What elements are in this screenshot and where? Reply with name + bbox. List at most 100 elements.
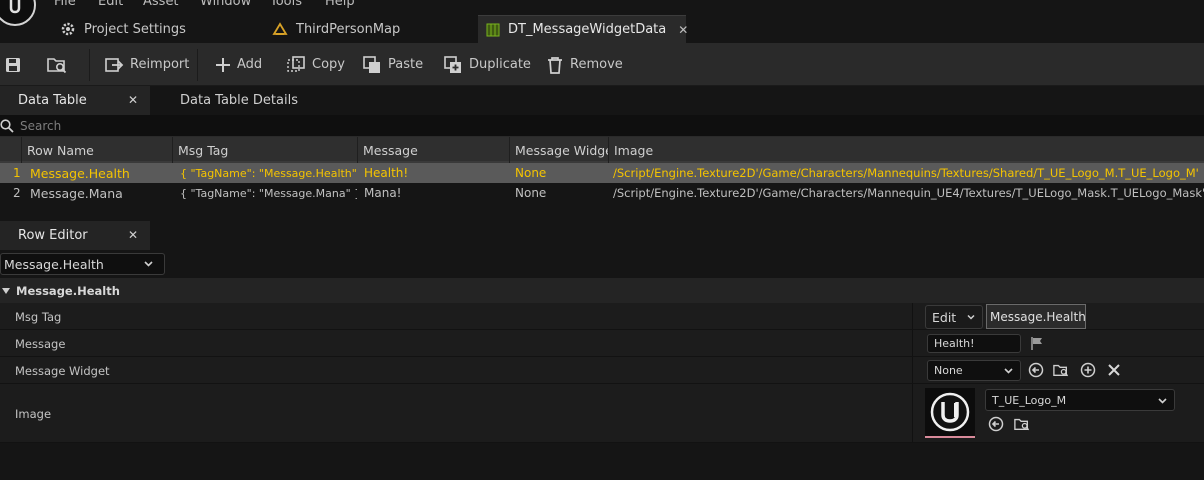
- add-row-button[interactable]: Add: [215, 43, 262, 86]
- tab-project-settings[interactable]: Project Settings: [60, 15, 186, 43]
- trash-icon: [546, 55, 564, 75]
- column-header-message-widget[interactable]: Message Widget: [509, 137, 608, 163]
- texture-asset-dropdown[interactable]: T_UE_Logo_M: [985, 389, 1175, 411]
- search-icon: [0, 118, 14, 133]
- tab-label: Data Table: [18, 93, 87, 108]
- unreal-logo-icon: [930, 392, 970, 432]
- browse-folder-icon: [46, 55, 68, 75]
- close-icon[interactable]: ✕: [128, 228, 138, 242]
- message-cell: Health!: [364, 166, 409, 180]
- table-row[interactable]: 2 Message.Mana { "TagName": "Message.Man…: [0, 183, 1204, 203]
- search-input[interactable]: [20, 118, 420, 133]
- row-select-dropdown[interactable]: Message.Health: [0, 253, 165, 275]
- menu-asset[interactable]: Asset: [143, 0, 179, 9]
- message-cell: Mana!: [364, 186, 402, 200]
- table-header: Row Name Msg Tag Message Message Widget …: [0, 137, 1204, 163]
- message-widget-cell: None: [515, 186, 547, 200]
- reimport-label: Reimport: [130, 57, 190, 72]
- row-name-cell: Message.Mana: [30, 185, 123, 201]
- chevron-down-icon: [1158, 397, 1167, 404]
- toolbar-divider: [89, 49, 90, 81]
- gear-icon: [60, 21, 76, 37]
- copy-icon: [286, 55, 306, 75]
- property-label: Message Widget: [15, 363, 110, 378]
- menu-window[interactable]: Window: [200, 0, 251, 9]
- message-widget-dropdown[interactable]: None: [927, 360, 1021, 381]
- use-selected-arrow-icon[interactable]: [988, 416, 1004, 432]
- tab-data-table[interactable]: Data Table ✕: [0, 86, 150, 115]
- tab-label: Data Table Details: [180, 93, 298, 108]
- property-divider: [912, 330, 913, 356]
- tab-third-person-map[interactable]: ThirdPersonMap: [272, 15, 400, 43]
- reimport-icon: [104, 56, 124, 74]
- property-label: Message: [15, 336, 66, 351]
- menu-file[interactable]: File: [54, 0, 76, 9]
- copy-row-button[interactable]: Copy: [286, 43, 345, 86]
- chevron-down-icon: [143, 258, 154, 269]
- property-row-msg-tag: Msg Tag Edit Message.Health: [0, 303, 1204, 330]
- category-header[interactable]: Message.Health: [0, 278, 1204, 303]
- property-row-message: Message Health!: [0, 330, 1204, 357]
- paste-icon: [362, 55, 382, 75]
- tab-label: DT_MessageWidgetData: [508, 22, 667, 37]
- tab-data-table-details[interactable]: Data Table Details: [150, 86, 300, 115]
- image-cell: /Script/Engine.Texture2D'/Game/Character…: [613, 166, 1199, 180]
- tab-label: Row Editor: [18, 228, 88, 243]
- browse-button[interactable]: [46, 43, 68, 86]
- edit-label: Edit: [932, 309, 957, 325]
- property-label: Image: [15, 406, 52, 421]
- copy-label: Copy: [312, 57, 345, 72]
- unreal-logo-icon[interactable]: [0, 0, 36, 26]
- msg-tag-cell: { "TagName": "Message.Health" }: [180, 166, 357, 180]
- row-index: 1: [13, 166, 21, 180]
- menu-help[interactable]: Help: [325, 0, 355, 9]
- tab-row-editor[interactable]: Row Editor ✕: [0, 221, 150, 250]
- tab-dt-message-widget-data[interactable]: DT_MessageWidgetData ✕: [478, 15, 688, 43]
- add-circle-icon[interactable]: [1080, 362, 1096, 378]
- remove-label: Remove: [570, 57, 623, 72]
- tag-edit-button[interactable]: Edit: [925, 305, 983, 329]
- menu-tools[interactable]: Tools: [270, 0, 302, 9]
- row-index: 2: [13, 186, 21, 200]
- add-label: Add: [237, 57, 263, 72]
- menu-edit[interactable]: Edit: [98, 0, 123, 9]
- remove-row-button[interactable]: Remove: [546, 43, 623, 86]
- widget-value: None: [934, 364, 963, 377]
- table-row[interactable]: 1 Message.Health { "TagName": "Message.H…: [0, 163, 1204, 183]
- property-divider: [912, 384, 913, 442]
- close-icon[interactable]: ✕: [678, 23, 688, 37]
- category-label: Message.Health: [16, 283, 120, 298]
- duplicate-row-button[interactable]: Duplicate: [443, 43, 531, 86]
- collapse-arrow-icon: [2, 287, 10, 294]
- column-header-msg-tag[interactable]: Msg Tag: [172, 137, 357, 163]
- use-selected-arrow-icon[interactable]: [1028, 362, 1044, 378]
- level-icon: [272, 22, 288, 36]
- property-label: Msg Tag: [15, 309, 62, 324]
- column-header-message[interactable]: Message: [357, 137, 509, 163]
- title-bar: File Edit Asset Window Tools Help Projec…: [0, 0, 1204, 43]
- toolbar-divider: [197, 49, 198, 81]
- property-divider: [912, 357, 913, 383]
- paste-label: Paste: [388, 57, 424, 72]
- data-table-panel-tabs: Data Table ✕ Data Table Details: [0, 86, 1204, 115]
- image-cell: /Script/Engine.Texture2D'/Game/Character…: [613, 186, 1204, 200]
- row-editor-panel-tabs: Row Editor ✕: [0, 221, 1204, 250]
- localization-flag-icon[interactable]: [1030, 336, 1044, 351]
- search-bar: [0, 115, 1204, 137]
- browse-folder-icon[interactable]: [1053, 362, 1069, 378]
- clear-x-icon[interactable]: [1106, 362, 1122, 378]
- texture-thumbnail[interactable]: [925, 388, 975, 438]
- texture-value: T_UE_Logo_M: [992, 393, 1067, 407]
- property-row-image: Image T_UE_Logo_M: [0, 384, 1204, 443]
- column-header-row-name[interactable]: Row Name: [21, 137, 172, 163]
- toolbar: Reimport Add Copy Paste Duplicate Remove: [0, 43, 1204, 86]
- tag-value-chip[interactable]: Message.Health: [986, 304, 1086, 329]
- message-text-field[interactable]: Health!: [927, 334, 1021, 353]
- close-icon[interactable]: ✕: [128, 93, 138, 107]
- reimport-button[interactable]: Reimport: [104, 43, 189, 86]
- browse-folder-icon[interactable]: [1014, 416, 1030, 432]
- save-button[interactable]: [4, 43, 22, 86]
- message-widget-cell: None: [515, 166, 547, 180]
- column-header-image[interactable]: Image: [608, 137, 1204, 163]
- paste-row-button[interactable]: Paste: [362, 43, 423, 86]
